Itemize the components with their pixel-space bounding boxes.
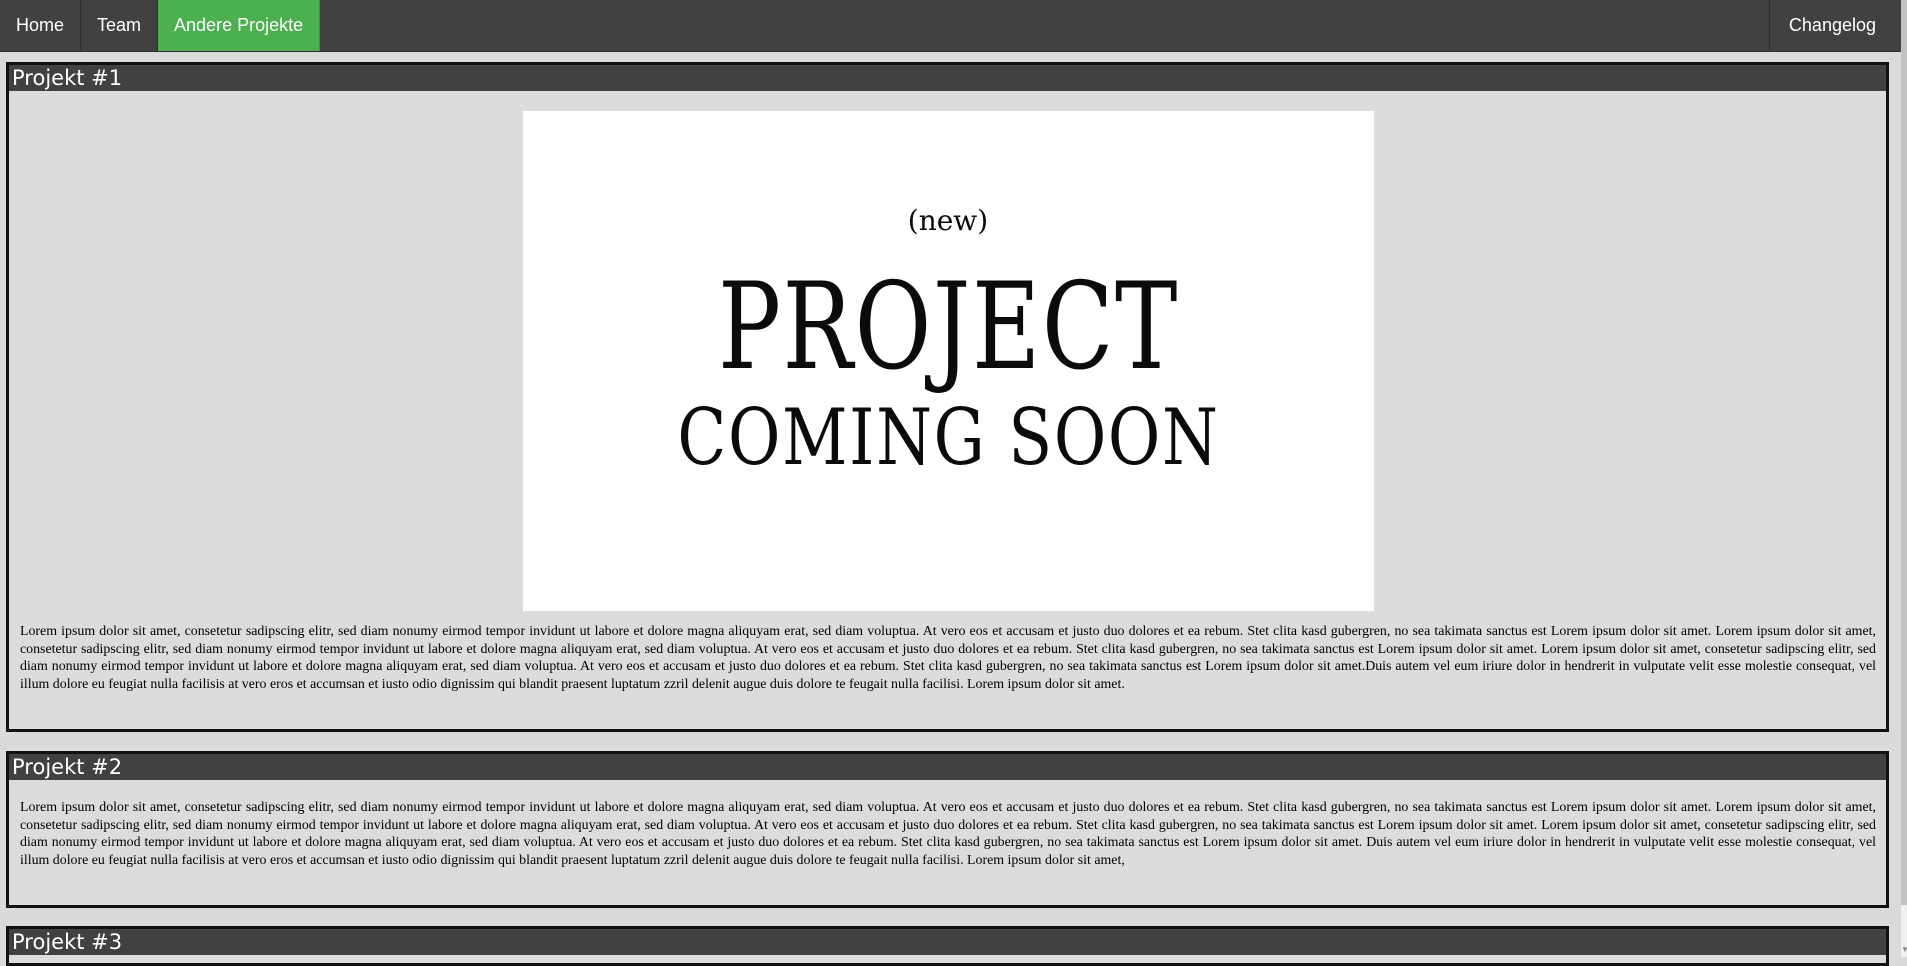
coming-soon-image: (new) PROJECT COMING SOON [522,111,1374,611]
image-new-label: (new) [907,204,989,237]
project-card: Projekt #1 (new) PROJECT COMING SOON Lor… [6,62,1889,732]
image-coming-soon-label: COMING SOON [676,393,1220,483]
project-card: Projekt #3 [6,926,1889,966]
nav-other-projects[interactable]: Andere Projekte [158,0,321,51]
project-title: Projekt #1 [9,65,1886,91]
project-card: Projekt #2 Lorem ipsum dolor sit amet, c… [6,751,1889,908]
scrollbar-thumb[interactable] [1901,0,1907,905]
nav-team[interactable]: Team [81,0,159,51]
project-title: Projekt #3 [9,929,1886,955]
scroll-down-icon[interactable]: ▼ [1901,943,1907,957]
project-title: Projekt #2 [9,754,1886,780]
nav-changelog[interactable]: Changelog [1768,0,1901,51]
scrollbar[interactable]: ▼ [1901,0,1907,957]
top-navbar: Home Team Andere Projekte Changelog [0,0,1901,52]
project-body: Lorem ipsum dolor sit amet, consetetur s… [9,799,1886,870]
project-description: Lorem ipsum dolor sit amet, consetetur s… [20,624,1876,693]
project-description: Lorem ipsum dolor sit amet, consetetur s… [20,800,1876,869]
project-body: (new) PROJECT COMING SOON Lorem ipsum do… [9,91,1886,694]
nav-home[interactable]: Home [0,0,82,51]
image-project-label: PROJECT [717,258,1179,397]
project-image-wrap: (new) PROJECT COMING SOON [20,91,1876,611]
